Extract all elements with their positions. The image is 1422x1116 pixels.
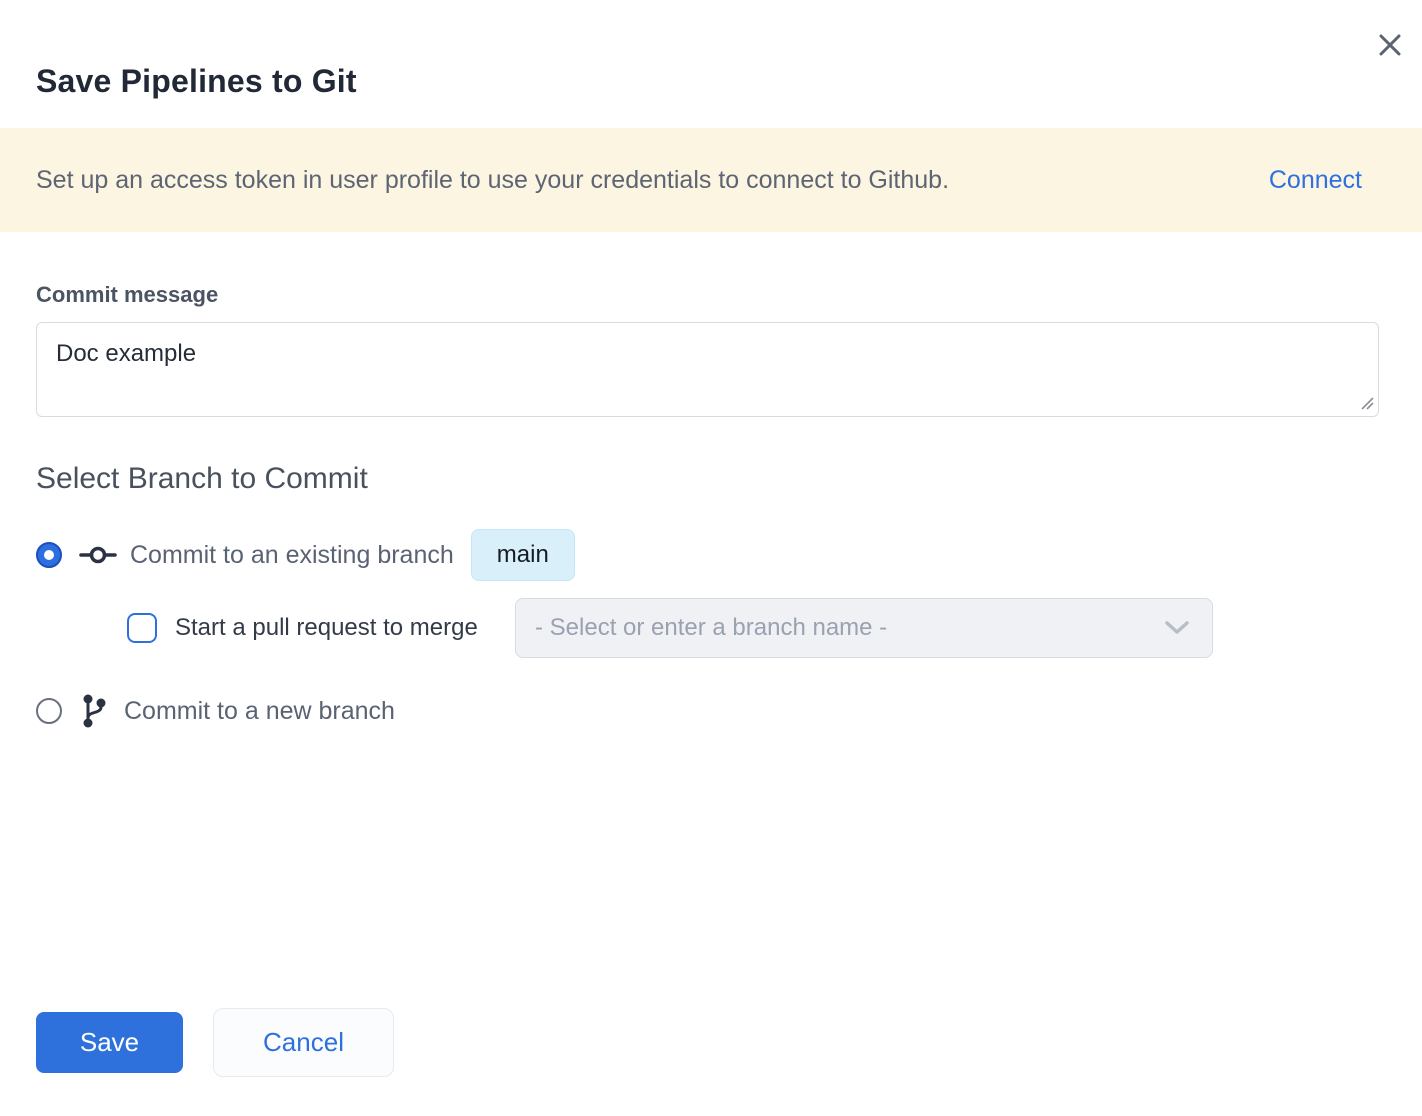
existing-branch-label[interactable]: Commit to an existing branch <box>130 541 454 570</box>
access-token-banner: Set up an access token in user profile t… <box>0 128 1422 232</box>
commit-message-input[interactable]: Doc example <box>36 322 1379 417</box>
commit-message-label: Commit message <box>36 282 218 308</box>
dropdown-placeholder: - Select or enter a branch name - <box>535 614 887 642</box>
pull-request-checkbox[interactable] <box>127 613 157 643</box>
select-branch-heading: Select Branch to Commit <box>36 462 368 496</box>
branch-tag[interactable]: main <box>471 529 575 581</box>
close-icon <box>1376 31 1404 59</box>
new-branch-label[interactable]: Commit to a new branch <box>124 697 395 726</box>
commit-message-field-wrap: Doc example <box>36 322 1379 417</box>
banner-message: Set up an access token in user profile t… <box>36 166 949 195</box>
pull-request-row: Start a pull request to merge <box>127 598 478 658</box>
close-button[interactable] <box>1372 27 1408 63</box>
git-commit-icon <box>79 545 117 565</box>
save-button[interactable]: Save <box>36 1012 183 1073</box>
git-branch-icon <box>80 693 108 729</box>
new-branch-radio[interactable] <box>36 698 62 724</box>
page-title: Save Pipelines to Git <box>36 63 357 100</box>
save-pipelines-dialog: Save Pipelines to Git Set up an access t… <box>0 0 1422 1116</box>
chevron-down-icon <box>1164 620 1190 636</box>
new-branch-row: Commit to a new branch <box>36 692 395 730</box>
cancel-button[interactable]: Cancel <box>213 1008 394 1077</box>
existing-branch-radio[interactable] <box>36 542 62 568</box>
pull-request-label[interactable]: Start a pull request to merge <box>175 614 478 642</box>
connect-link[interactable]: Connect <box>1269 166 1362 195</box>
existing-branch-row: Commit to an existing branch main <box>36 529 575 581</box>
merge-branch-dropdown[interactable]: - Select or enter a branch name - <box>515 598 1213 658</box>
